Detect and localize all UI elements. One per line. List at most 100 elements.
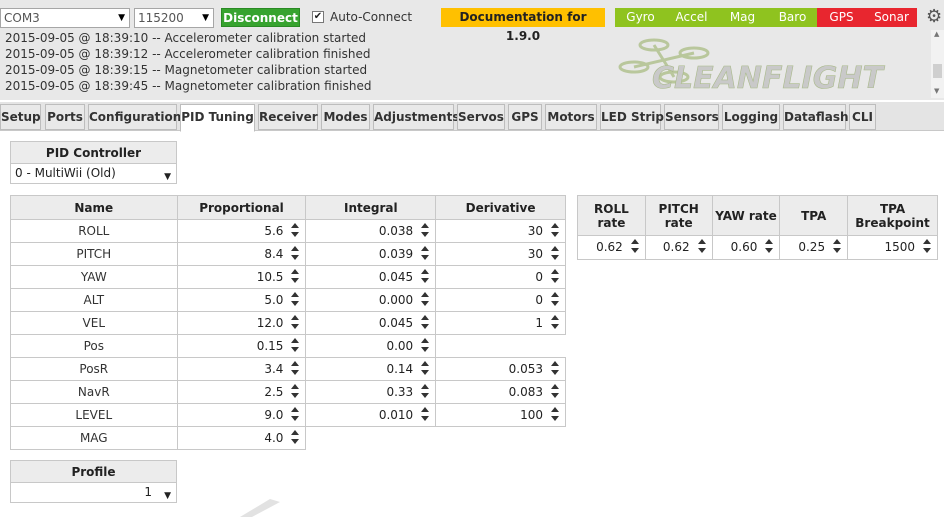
pid-p-input[interactable]: 5.0 (176, 288, 307, 312)
pid-p-input[interactable]: 10.5 (176, 265, 307, 289)
spinner-arrows-icon[interactable] (291, 292, 300, 308)
pid-i-input[interactable]: 0.039 (305, 242, 437, 266)
spinner-arrows-icon[interactable] (291, 407, 300, 423)
log-scrollbar[interactable]: ▲ ▼ (931, 30, 944, 98)
spinner-arrows-icon[interactable] (421, 361, 430, 377)
pid-row-yaw: YAW 10.5 0.045 0 (10, 265, 566, 289)
pid-controller-value: 0 - MultiWii (Old) (15, 166, 116, 180)
pid-p-input[interactable]: 2.5 (176, 380, 307, 404)
chevron-down-icon: ▼ (164, 491, 171, 501)
spinner-arrows-icon[interactable] (421, 223, 430, 239)
spinner-arrows-icon[interactable] (833, 239, 842, 255)
tab-pid-tuning[interactable]: PID Tuning (180, 104, 255, 132)
spinner-arrows-icon[interactable] (551, 269, 559, 285)
pid-i-input[interactable]: 0.000 (305, 288, 437, 312)
spinner-arrows-icon[interactable] (551, 292, 559, 308)
tab-motors[interactable]: Motors (545, 104, 597, 130)
tab-receiver[interactable]: Receiver (258, 104, 318, 130)
spinner-arrows-icon[interactable] (551, 361, 559, 377)
tab-modes[interactable]: Modes (321, 104, 370, 130)
spinner-arrows-icon[interactable] (291, 384, 300, 400)
tab-setup[interactable]: Setup (0, 104, 41, 130)
pid-p-input-value: 3.4 (264, 362, 284, 376)
auto-connect-checkbox[interactable]: ✔ (312, 11, 324, 23)
spinner-arrows-icon[interactable] (291, 361, 300, 377)
rate-input[interactable]: 0.25 (779, 235, 849, 260)
pid-p-input[interactable]: 8.4 (176, 242, 307, 266)
rate-input[interactable]: 1500 (847, 235, 938, 260)
scroll-down-icon[interactable]: ▼ (934, 87, 939, 95)
baud-select[interactable]: 115200 ▼ (134, 8, 214, 28)
tab-ports[interactable]: Ports (45, 104, 85, 130)
pid-i-input[interactable]: 0.00 (305, 334, 437, 358)
documentation-button[interactable]: Documentation for 1.9.0 (441, 8, 605, 43)
pid-i-input-value: 0.039 (378, 247, 414, 261)
pid-row-pos: Pos 0.15 0.00 (10, 334, 566, 358)
pid-p-input[interactable]: 5.6 (176, 219, 307, 243)
spinner-arrows-icon[interactable] (421, 384, 430, 400)
pid-p-input[interactable]: 4.0 (176, 426, 307, 450)
pid-p-input[interactable]: 0.15 (176, 334, 307, 358)
spinner-arrows-icon[interactable] (421, 315, 430, 331)
spinner-arrows-icon[interactable] (291, 430, 300, 446)
spinner-arrows-icon[interactable] (630, 239, 639, 255)
spinner-arrows-icon[interactable] (421, 338, 430, 354)
pid-p-input[interactable]: 9.0 (176, 403, 307, 427)
spinner-arrows-icon[interactable] (291, 338, 300, 354)
spinner-arrows-icon[interactable] (291, 223, 300, 239)
spinner-arrows-icon[interactable] (551, 315, 559, 331)
spinner-arrows-icon[interactable] (551, 384, 559, 400)
disconnect-button[interactable]: Disconnect (221, 8, 300, 27)
tab-adjustments[interactable]: Adjustments (373, 104, 459, 130)
spinner-arrows-icon[interactable] (421, 269, 430, 285)
pid-d-input[interactable]: 1 (435, 311, 566, 335)
spinner-arrows-icon[interactable] (291, 315, 300, 331)
scroll-thumb[interactable] (933, 64, 942, 78)
tab-servos[interactable]: Servos (457, 104, 505, 130)
tab-gps[interactable]: GPS (508, 104, 542, 130)
tab-logging[interactable]: Logging (722, 104, 780, 130)
rates-header-tpa-breakpoint: TPA Breakpoint (847, 195, 938, 236)
pid-i-input[interactable]: 0.038 (305, 219, 437, 243)
port-select[interactable]: COM3 ▼ (0, 8, 130, 28)
rate-input[interactable]: 0.62 (577, 235, 646, 260)
pid-d-input[interactable]: 0 (435, 265, 566, 289)
spinner-arrows-icon[interactable] (765, 239, 774, 255)
spinner-arrows-icon[interactable] (551, 223, 559, 239)
pid-d-input[interactable]: 0.053 (435, 357, 566, 381)
pid-d-input[interactable]: 30 (435, 219, 566, 243)
tab-cli[interactable]: CLI (849, 104, 876, 130)
pid-i-input[interactable]: 0.045 (305, 311, 437, 335)
tab-dataflash[interactable]: Dataflash (783, 104, 849, 130)
tab-sensors[interactable]: Sensors (664, 104, 719, 130)
pid-i-input[interactable]: 0.010 (305, 403, 437, 427)
spinner-arrows-icon[interactable] (421, 407, 430, 423)
pid-p-input[interactable]: 3.4 (176, 357, 307, 381)
spinner-arrows-icon[interactable] (291, 246, 300, 262)
spinner-arrows-icon[interactable] (421, 292, 430, 308)
spinner-arrows-icon[interactable] (551, 407, 559, 423)
pid-d-input[interactable]: 0 (435, 288, 566, 312)
spinner-arrows-icon[interactable] (291, 269, 300, 285)
pid-row-name: PosR (10, 357, 178, 381)
spinner-arrows-icon[interactable] (421, 246, 430, 262)
pid-i-input[interactable]: 0.14 (305, 357, 437, 381)
spinner-arrows-icon[interactable] (923, 239, 931, 255)
pid-i-input[interactable]: 0.33 (305, 380, 437, 404)
pid-p-input[interactable]: 12.0 (176, 311, 307, 335)
gear-icon[interactable]: ⚙ (926, 8, 942, 26)
rate-input[interactable]: 0.60 (711, 235, 781, 260)
spinner-arrows-icon[interactable] (551, 246, 559, 262)
profile-select[interactable]: 1 ▼ (10, 482, 177, 503)
rate-input[interactable]: 0.62 (644, 235, 713, 260)
tab-configuration[interactable]: Configuration (88, 104, 181, 130)
scroll-up-icon[interactable]: ▲ (934, 30, 939, 38)
pid-d-input[interactable]: 100 (435, 403, 566, 427)
pid-d-input[interactable]: 30 (435, 242, 566, 266)
pid-d-input[interactable]: 0.083 (435, 380, 566, 404)
pid-i-input[interactable]: 0.045 (305, 265, 437, 289)
pid-controller-select[interactable]: 0 - MultiWii (Old) ▼ (10, 163, 177, 184)
spinner-arrows-icon[interactable] (697, 239, 706, 255)
tab-led-strip[interactable]: LED Strip (600, 104, 664, 130)
column-header-integral: Integral (305, 195, 437, 220)
